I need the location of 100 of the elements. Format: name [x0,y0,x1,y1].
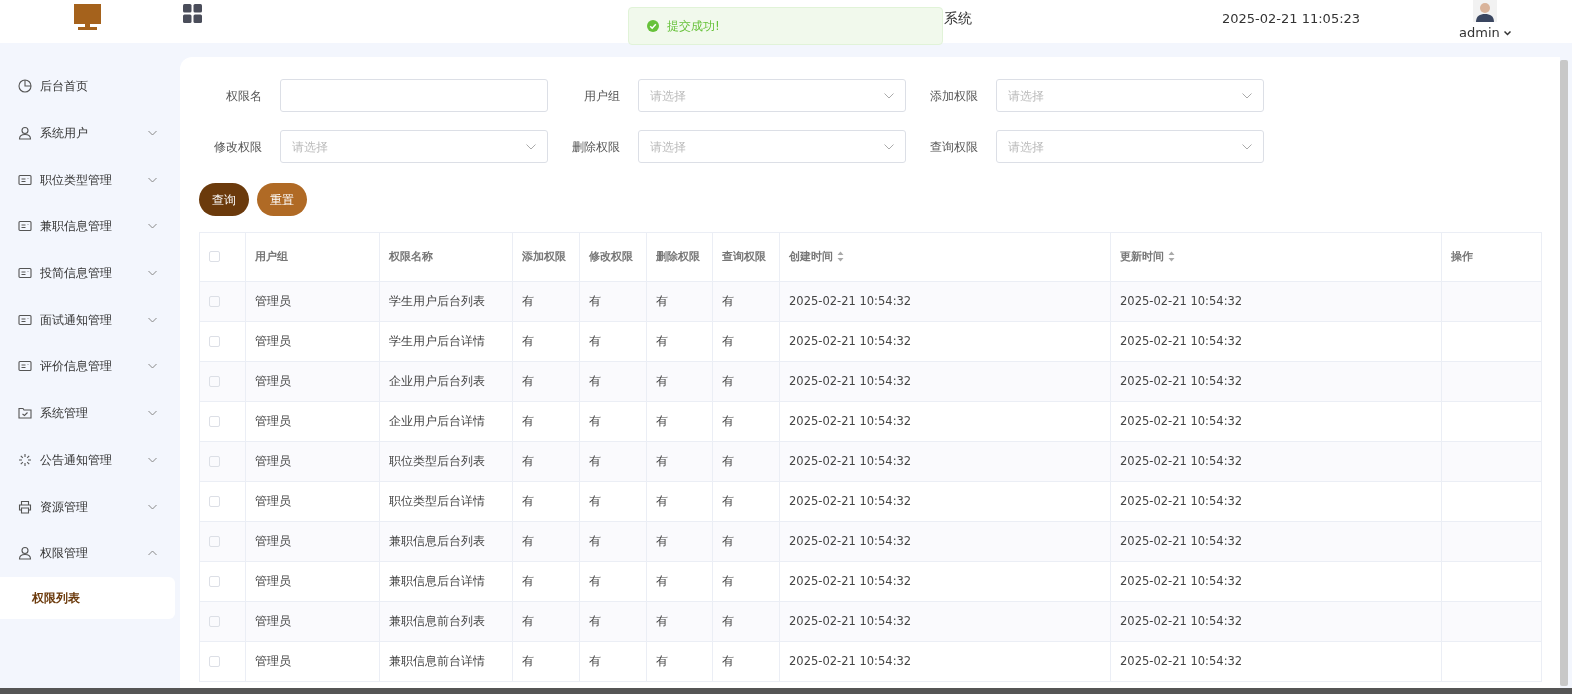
sidebar-item[interactable]: 兼职信息管理 [0,203,175,250]
printer-icon [18,499,32,514]
input-field[interactable] [280,79,548,112]
filter-label: 修改权限 [213,138,262,156]
table-cell: 有 [589,573,601,588]
checkbox[interactable] [209,251,220,263]
checkbox[interactable] [209,615,220,627]
table-cell: 有 [656,533,668,548]
column-header[interactable]: 创建时间 [789,249,844,263]
chevron-icon [884,92,894,99]
table-cell: 有 [656,613,668,628]
table-cell: 2025-02-21 10:54:32 [1120,293,1243,308]
table-cell: 有 [589,533,601,548]
checkbox[interactable] [209,415,220,427]
table-cell: 2025-02-21 10:54:32 [789,373,912,388]
column-header: 修改权限 [589,249,633,263]
table-cell: 2025-02-21 10:54:32 [789,413,912,428]
table-cell: 有 [722,493,734,508]
table-cell: 管理员 [255,653,291,668]
user-icon [18,546,32,561]
table-cell: 学生用户后台详情 [389,333,485,348]
sort-icon[interactable] [1168,251,1175,263]
sidebar-item[interactable]: 面试通知管理 [0,296,175,344]
sidebar-item[interactable]: 投简信息管理 [0,249,175,297]
table-cell: 有 [522,573,534,588]
table-cell: 职位类型后台详情 [389,493,485,508]
card-icon [18,219,32,234]
table-cell: 管理员 [255,533,291,548]
table-cell: 2025-02-21 10:54:32 [1120,573,1243,588]
table-cell: 企业用户后台详情 [389,413,485,428]
checkbox[interactable] [209,655,220,667]
sidebar-item[interactable]: 公告通知管理 [0,436,175,484]
table-cell: 管理员 [255,293,291,308]
sidebar-item[interactable]: 系统管理 [0,389,175,437]
sidebar-item[interactable]: 资源管理 [0,483,175,530]
filter-label: 添加权限 [929,87,978,105]
checkbox[interactable] [209,375,220,387]
table-cell: 职位类型后台列表 [389,453,485,468]
column-header: 添加权限 [522,249,566,263]
filter-label: 查询权限 [929,138,978,156]
table-cell: 管理员 [255,493,291,508]
table-cell: 2025-02-21 10:54:32 [1120,613,1243,628]
sidebar-item[interactable]: 系统用户 [0,109,175,157]
table-cell: 兼职信息前台列表 [389,613,485,628]
toast-message: 提交成功! [667,18,720,35]
scrollbar[interactable] [1560,60,1568,686]
table-cell: 2025-02-21 10:54:32 [789,533,912,548]
folder-check-icon [18,406,32,421]
table-cell: 2025-02-21 10:54:32 [1120,373,1243,388]
table-cell: 有 [722,613,734,628]
table-cell: 有 [522,413,534,428]
table-cell: 2025-02-21 10:54:32 [789,333,912,348]
sidebar-item[interactable]: 权限管理 [0,529,175,577]
reset-button[interactable]: 重置 [257,183,307,216]
table-cell: 管理员 [255,333,291,348]
table-cell: 管理员 [255,613,291,628]
table-cell: 有 [656,453,668,468]
table-cell: 有 [722,453,734,468]
card-icon [18,359,32,374]
user-menu[interactable]: admin [1459,26,1511,39]
table-cell: 2025-02-21 10:54:32 [789,613,912,628]
sort-icon[interactable] [837,251,844,263]
filter-label: 用户组 [583,87,620,105]
table-cell: 有 [656,373,668,388]
table-cell: 有 [656,573,668,588]
card-icon [18,312,32,327]
table-cell: 兼职信息前台详情 [389,653,485,668]
checkbox[interactable] [209,335,220,347]
search-button[interactable]: 查询 [199,183,249,216]
table-cell: 有 [589,373,601,388]
column-header: 权限名称 [389,249,433,263]
table-cell: 有 [589,453,601,468]
table-cell: 2025-02-21 10:54:32 [789,573,912,588]
checkbox[interactable] [209,455,220,467]
card-icon [18,172,32,187]
table-cell: 兼职信息后台列表 [389,533,485,548]
card-icon [18,266,32,281]
column-header: 查询权限 [722,249,766,263]
table-cell: 2025-02-21 10:54:32 [789,653,912,668]
column-header[interactable]: 更新时间 [1120,249,1175,263]
table-cell: 管理员 [255,413,291,428]
table-cell: 企业用户后台列表 [389,373,485,388]
sidebar-item[interactable]: 后台首页 [0,63,175,110]
table-cell: 2025-02-21 10:54:32 [789,293,912,308]
checkbox[interactable] [209,535,220,547]
table-cell: 有 [722,653,734,668]
menu-icon[interactable] [183,4,202,23]
table-cell: 2025-02-21 10:54:32 [789,493,912,508]
table-cell: 2025-02-21 10:54:32 [1120,493,1243,508]
table-cell: 有 [589,293,601,308]
sidebar-item[interactable]: 职位类型管理 [0,156,175,204]
checkbox[interactable] [209,295,220,307]
checkbox[interactable] [209,495,220,507]
sidebar-subitem[interactable]: 权限列表 [0,576,175,619]
table-cell: 有 [722,293,734,308]
checkbox[interactable] [209,575,220,587]
avatar-icon[interactable] [1473,0,1497,22]
page-title: 系统 [944,9,972,28]
sidebar-item[interactable]: 评价信息管理 [0,343,175,390]
table-cell: 2025-02-21 10:54:32 [789,453,912,468]
